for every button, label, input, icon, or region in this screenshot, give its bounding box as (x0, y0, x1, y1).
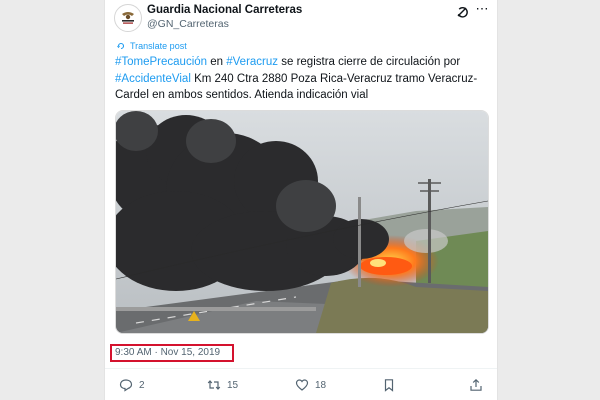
repost-count: 15 (227, 379, 239, 391)
account-handle[interactable]: @GN_Carreteras (147, 18, 229, 30)
translate-post-link[interactable]: Translate post (116, 41, 187, 51)
divider (105, 368, 497, 369)
repost-button[interactable]: 15 (207, 378, 238, 392)
reply-icon (119, 379, 133, 392)
retweet-icon (207, 380, 221, 390)
tweet-card: Guardia Nacional Carreteras @GN_Carreter… (104, 0, 498, 400)
hashtag-link[interactable]: #Veracruz (226, 56, 278, 68)
reply-button[interactable]: 2 (119, 378, 145, 392)
more-icon[interactable]: ⋯ (474, 2, 490, 17)
like-icon (295, 379, 309, 391)
translate-icon (117, 42, 125, 50)
guardia-nacional-logo (122, 12, 134, 24)
tweet-text-segment: en (207, 56, 227, 68)
hashtag-link[interactable]: #TomePrecaución (115, 56, 207, 68)
reply-count: 2 (139, 379, 145, 391)
like-button[interactable]: 18 (295, 378, 326, 392)
avatar[interactable] (114, 4, 142, 32)
accident-smoke-photo (116, 111, 488, 333)
share-icon (470, 378, 482, 391)
account-name[interactable]: Guardia Nacional Carreteras (147, 4, 302, 16)
like-count: 18 (315, 379, 327, 391)
tweet-timestamp[interactable]: 9:30 AM · Nov 15, 2019 (110, 344, 234, 362)
tweet-text-segment: se registra cierre de circulación por (278, 56, 461, 68)
translate-label: Translate post (130, 41, 187, 51)
share-button[interactable] (469, 378, 483, 392)
grok-icon[interactable] (455, 5, 469, 19)
bookmark-button[interactable] (382, 378, 396, 392)
tweet-photo[interactable] (115, 110, 489, 334)
bookmark-icon (384, 379, 394, 392)
hashtag-link[interactable]: #AccidenteVial (115, 73, 191, 85)
tweet-text: #TomePrecaución en #Veracruz se registra… (115, 54, 491, 104)
